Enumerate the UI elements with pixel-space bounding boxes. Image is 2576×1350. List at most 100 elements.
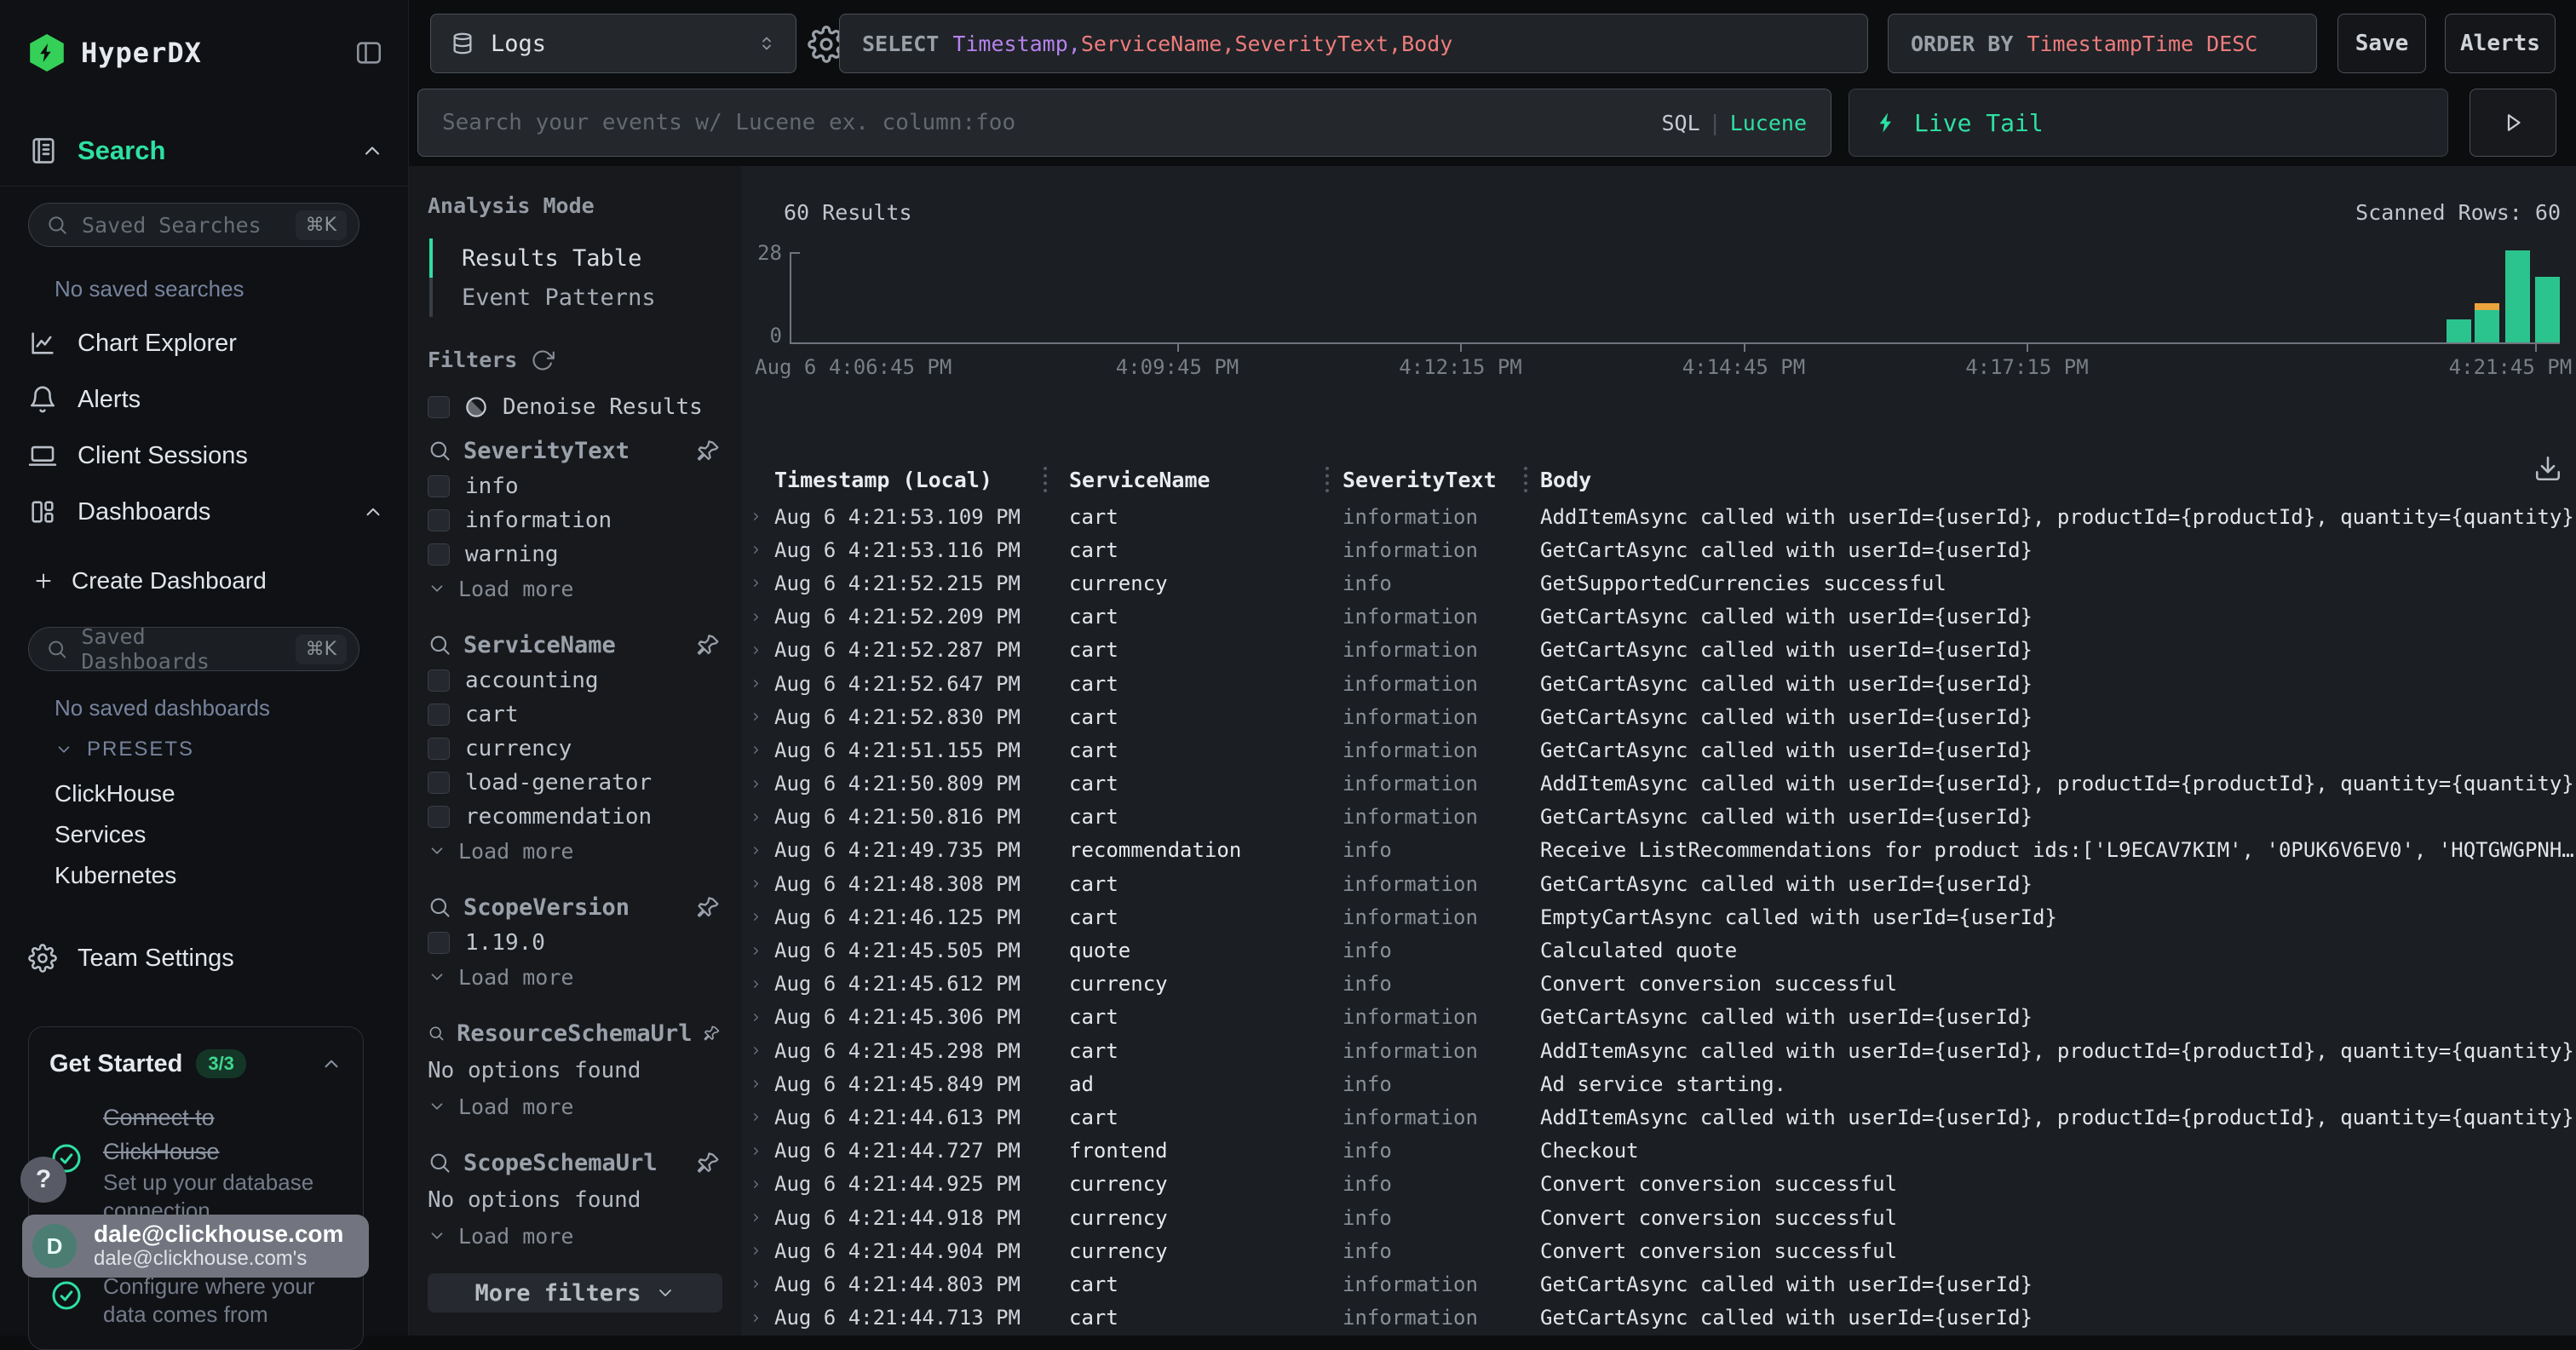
table-row[interactable]: Aug 6 4:21:46.125 PM cart information Em… xyxy=(750,900,2576,934)
presets-toggle[interactable]: PRESETS xyxy=(55,738,194,761)
table-row[interactable]: Aug 6 4:21:48.308 PM cart information Ge… xyxy=(750,867,2576,900)
expand-row-icon[interactable] xyxy=(750,644,762,657)
table-row[interactable]: Aug 6 4:21:44.925 PM currency info Conve… xyxy=(750,1168,2576,1201)
search-icon[interactable] xyxy=(428,633,451,657)
table-row[interactable]: Aug 6 4:21:45.298 PM cart information Ad… xyxy=(750,1034,2576,1067)
expand-row-icon[interactable] xyxy=(750,1312,762,1324)
expand-row-icon[interactable] xyxy=(750,543,762,556)
expand-row-icon[interactable] xyxy=(750,611,762,623)
table-row[interactable]: Aug 6 4:21:44.613 PM cart information Ad… xyxy=(750,1100,2576,1134)
table-row[interactable]: Aug 6 4:21:52.215 PM currency info GetSu… xyxy=(750,566,2576,600)
checkbox[interactable] xyxy=(428,772,450,794)
sql-mode-label[interactable]: SQL xyxy=(1661,111,1699,135)
expand-row-icon[interactable] xyxy=(750,744,762,756)
select-columns-input[interactable]: SELECT Timestamp, ServiceName,SeverityTe… xyxy=(839,14,1868,73)
column-resize-handle[interactable] xyxy=(1524,467,1527,492)
expand-row-icon[interactable] xyxy=(750,1178,762,1191)
more-filters-button[interactable]: More filters xyxy=(428,1273,722,1313)
search-input[interactable] xyxy=(442,110,1653,135)
pin-icon[interactable] xyxy=(704,1020,722,1046)
checkbox[interactable] xyxy=(428,738,450,760)
expand-row-icon[interactable] xyxy=(750,1044,762,1057)
expand-row-icon[interactable] xyxy=(750,978,762,991)
sidebar-item-team-settings[interactable]: Team Settings xyxy=(28,937,234,979)
filter-option[interactable]: cart xyxy=(428,698,722,732)
col-timestamp[interactable]: Timestamp (Local) xyxy=(774,468,1069,492)
checkbox[interactable] xyxy=(428,543,450,566)
checkbox[interactable] xyxy=(428,669,450,692)
table-row[interactable]: Aug 6 4:21:52.647 PM cart information Ge… xyxy=(750,667,2576,700)
filter-option[interactable]: information xyxy=(428,503,722,537)
expand-row-icon[interactable] xyxy=(750,677,762,690)
collapse-sidebar-icon[interactable] xyxy=(354,38,384,67)
saved-searches-input[interactable]: Saved Searches ⌘K xyxy=(28,203,359,247)
table-row[interactable]: Aug 6 4:21:52.287 PM cart information Ge… xyxy=(750,634,2576,667)
pin-icon[interactable] xyxy=(697,894,722,920)
query-language-toggle[interactable]: SQL|Lucene xyxy=(1661,111,1807,135)
reset-filters-icon[interactable] xyxy=(531,348,555,372)
expand-row-icon[interactable] xyxy=(750,877,762,890)
expand-row-icon[interactable] xyxy=(750,1278,762,1290)
expand-row-icon[interactable] xyxy=(750,844,762,857)
filter-option[interactable]: recommendation xyxy=(428,800,722,834)
preset-kubernetes[interactable]: Kubernetes xyxy=(55,855,176,896)
table-row[interactable]: Aug 6 4:21:44.713 PM cart information Ge… xyxy=(750,1301,2576,1335)
expand-row-icon[interactable] xyxy=(750,1145,762,1158)
pin-icon[interactable] xyxy=(697,632,722,658)
expand-row-icon[interactable] xyxy=(750,577,762,589)
checkbox[interactable] xyxy=(428,932,450,954)
sidebar-item-client-sessions[interactable]: Client Sessions xyxy=(28,428,384,484)
table-row[interactable]: Aug 6 4:21:44.918 PM currency info Conve… xyxy=(750,1201,2576,1234)
table-row[interactable]: Aug 6 4:21:52.209 PM cart information Ge… xyxy=(750,600,2576,634)
checkbox[interactable] xyxy=(428,806,450,828)
load-more-button[interactable]: Load more xyxy=(428,1219,722,1253)
checkbox[interactable] xyxy=(428,396,450,418)
load-more-button[interactable]: Load more xyxy=(428,572,722,606)
expand-row-icon[interactable] xyxy=(750,811,762,824)
column-resize-handle[interactable] xyxy=(1044,467,1047,492)
sidebar-section-search[interactable]: Search xyxy=(28,129,384,172)
filter-option[interactable]: 1.19.0 xyxy=(428,926,722,960)
sidebar-item-chart-explorer[interactable]: Chart Explorer xyxy=(28,315,384,371)
histogram-bar[interactable] xyxy=(2505,250,2530,342)
col-servicename[interactable]: ServiceName xyxy=(1069,468,1343,492)
profile-menu-item[interactable]: D dale@clickhouse.com dale@clickhouse.co… xyxy=(22,1215,369,1278)
load-more-button[interactable]: Load more xyxy=(428,834,722,868)
alerts-button[interactable]: Alerts xyxy=(2445,14,2556,73)
results-histogram[interactable] xyxy=(790,252,2560,344)
histogram-bar[interactable] xyxy=(2447,319,2471,342)
sidebar-item-alerts[interactable]: Alerts xyxy=(28,371,384,428)
table-row[interactable]: Aug 6 4:21:49.735 PM recommendation info… xyxy=(750,834,2576,867)
search-icon[interactable] xyxy=(428,439,451,462)
search-icon[interactable] xyxy=(428,895,451,919)
help-button[interactable]: ? xyxy=(20,1157,66,1203)
pin-icon[interactable] xyxy=(697,1150,722,1175)
tab-event-patterns[interactable]: Event Patterns xyxy=(428,278,722,317)
expand-row-icon[interactable] xyxy=(750,1077,762,1090)
checkbox[interactable] xyxy=(428,475,450,497)
checkbox[interactable] xyxy=(428,704,450,726)
chevron-up-icon[interactable] xyxy=(320,1053,342,1075)
run-query-button[interactable] xyxy=(2470,89,2556,157)
sidebar-item-dashboards[interactable]: Dashboards xyxy=(28,484,384,540)
histogram-bar[interactable] xyxy=(2475,303,2499,342)
expand-row-icon[interactable] xyxy=(750,1244,762,1257)
table-row[interactable]: Aug 6 4:21:53.116 PM cart information Ge… xyxy=(750,533,2576,566)
column-resize-handle[interactable] xyxy=(1325,467,1329,492)
filter-option[interactable]: info xyxy=(428,469,722,503)
create-dashboard-button[interactable]: Create Dashboard xyxy=(32,562,267,600)
table-row[interactable]: Aug 6 4:21:45.505 PM quote info Calculat… xyxy=(750,934,2576,967)
chevron-up-icon[interactable] xyxy=(360,139,384,163)
table-row[interactable]: Aug 6 4:21:52.830 PM cart information Ge… xyxy=(750,700,2576,733)
source-select[interactable]: Logs xyxy=(430,14,796,73)
table-row[interactable]: Aug 6 4:21:50.809 PM cart information Ad… xyxy=(750,767,2576,801)
filter-option[interactable]: accounting xyxy=(428,664,722,698)
live-tail-button[interactable]: Live Tail xyxy=(1849,89,2448,157)
search-icon[interactable] xyxy=(428,1021,445,1045)
table-row[interactable]: Aug 6 4:21:50.816 PM cart information Ge… xyxy=(750,801,2576,834)
order-by-input[interactable]: ORDER BY TimestampTime DESC xyxy=(1888,14,2317,73)
expand-row-icon[interactable] xyxy=(750,945,762,957)
expand-row-icon[interactable] xyxy=(750,1111,762,1123)
table-row[interactable]: Aug 6 4:21:45.849 PM ad info Ad service … xyxy=(750,1067,2576,1100)
pin-icon[interactable] xyxy=(697,438,722,463)
